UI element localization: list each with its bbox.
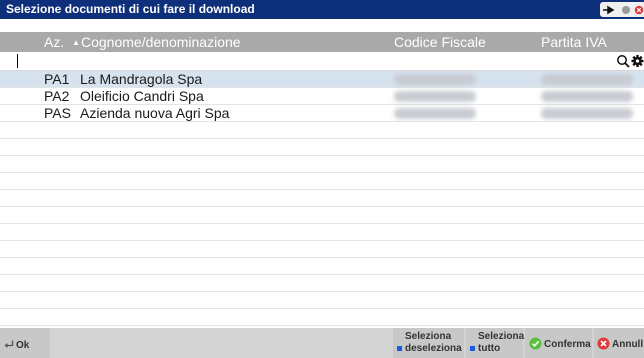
empty-row bbox=[0, 122, 644, 139]
row-az: PA1 bbox=[44, 71, 70, 87]
empty-row bbox=[0, 139, 644, 156]
seleziona-deseleziona-button[interactable]: Seleziona deseleziona bbox=[393, 328, 464, 358]
table-row[interactable]: PA1 La Mandragola Spa bbox=[0, 71, 644, 88]
text-cursor bbox=[17, 54, 18, 68]
seleziona-label: Seleziona bbox=[405, 331, 452, 342]
empty-row bbox=[0, 224, 644, 241]
window-title: Selezione documenti di cui fare il downl… bbox=[6, 2, 255, 16]
empty-row bbox=[0, 292, 644, 309]
annulla-button[interactable]: Annull bbox=[594, 328, 644, 358]
empty-row bbox=[0, 156, 644, 173]
column-header-codice-fiscale[interactable]: Codice Fiscale bbox=[394, 32, 486, 52]
ok-label: Ok bbox=[16, 340, 30, 351]
redacted-partita-iva bbox=[541, 91, 633, 102]
empty-row bbox=[0, 173, 644, 190]
search-icon[interactable] bbox=[616, 54, 630, 68]
sort-ascending-icon: ▲ bbox=[72, 38, 80, 47]
table-row[interactable]: PAS Azienda nuova Agri Spa bbox=[0, 105, 644, 122]
pin-icon[interactable] bbox=[600, 2, 617, 17]
redacted-partita-iva bbox=[541, 108, 633, 119]
select-square-icon bbox=[397, 346, 402, 351]
filter-row[interactable] bbox=[0, 52, 644, 71]
gear-icon[interactable] bbox=[631, 54, 644, 68]
empty-row bbox=[0, 207, 644, 224]
column-header-name[interactable]: Cognome/denominazione bbox=[81, 32, 241, 52]
ok-button[interactable]: Ok bbox=[0, 328, 50, 358]
seleziona-tutto-button[interactable]: Seleziona tutto bbox=[466, 328, 525, 358]
empty-row bbox=[0, 190, 644, 207]
conferma-label: Conferma bbox=[544, 339, 591, 350]
title-bar: Selezione documenti di cui fare il downl… bbox=[0, 0, 644, 19]
cancel-x-icon bbox=[597, 337, 610, 350]
redacted-codice-fiscale bbox=[394, 74, 476, 85]
row-name: Azienda nuova Agri Spa bbox=[80, 105, 230, 121]
empty-row bbox=[0, 241, 644, 258]
row-az: PAS bbox=[44, 105, 71, 121]
close-icon[interactable] bbox=[634, 2, 644, 17]
table-header: Az. ▲ Cognome/denominazione Codice Fisca… bbox=[0, 32, 644, 52]
empty-row bbox=[0, 275, 644, 292]
tutto-label: tutto bbox=[478, 343, 501, 354]
download-selection-window: Selezione documenti di cui fare il downl… bbox=[0, 0, 644, 358]
row-name: La Mandragola Spa bbox=[80, 71, 203, 87]
redacted-codice-fiscale bbox=[394, 108, 476, 119]
select-square-icon bbox=[470, 346, 475, 351]
table-row[interactable]: PA2 Oleificio Candri Spa bbox=[0, 88, 644, 105]
redacted-partita-iva bbox=[541, 74, 633, 85]
conferma-button[interactable]: Conferma bbox=[525, 328, 592, 358]
document-list: PA1 La Mandragola Spa PA2 Oleificio Cand… bbox=[0, 71, 644, 328]
deseleziona-label: deseleziona bbox=[405, 343, 462, 354]
empty-row bbox=[0, 258, 644, 275]
column-header-partita-iva[interactable]: Partita IVA bbox=[541, 32, 607, 52]
column-header-az[interactable]: Az. bbox=[44, 32, 64, 52]
action-bar: Ok Seleziona deseleziona Seleziona tutto… bbox=[0, 328, 644, 358]
annulla-label: Annull bbox=[612, 339, 644, 350]
window-controls bbox=[600, 2, 644, 17]
seleziona-label: Seleziona bbox=[478, 331, 525, 342]
check-icon bbox=[529, 337, 542, 350]
row-az: PA2 bbox=[44, 88, 70, 104]
empty-row bbox=[0, 309, 644, 326]
enter-arrow-icon bbox=[4, 340, 14, 348]
redacted-codice-fiscale bbox=[394, 91, 476, 102]
row-name: Oleificio Candri Spa bbox=[80, 88, 204, 104]
minimize-icon[interactable] bbox=[617, 2, 634, 17]
